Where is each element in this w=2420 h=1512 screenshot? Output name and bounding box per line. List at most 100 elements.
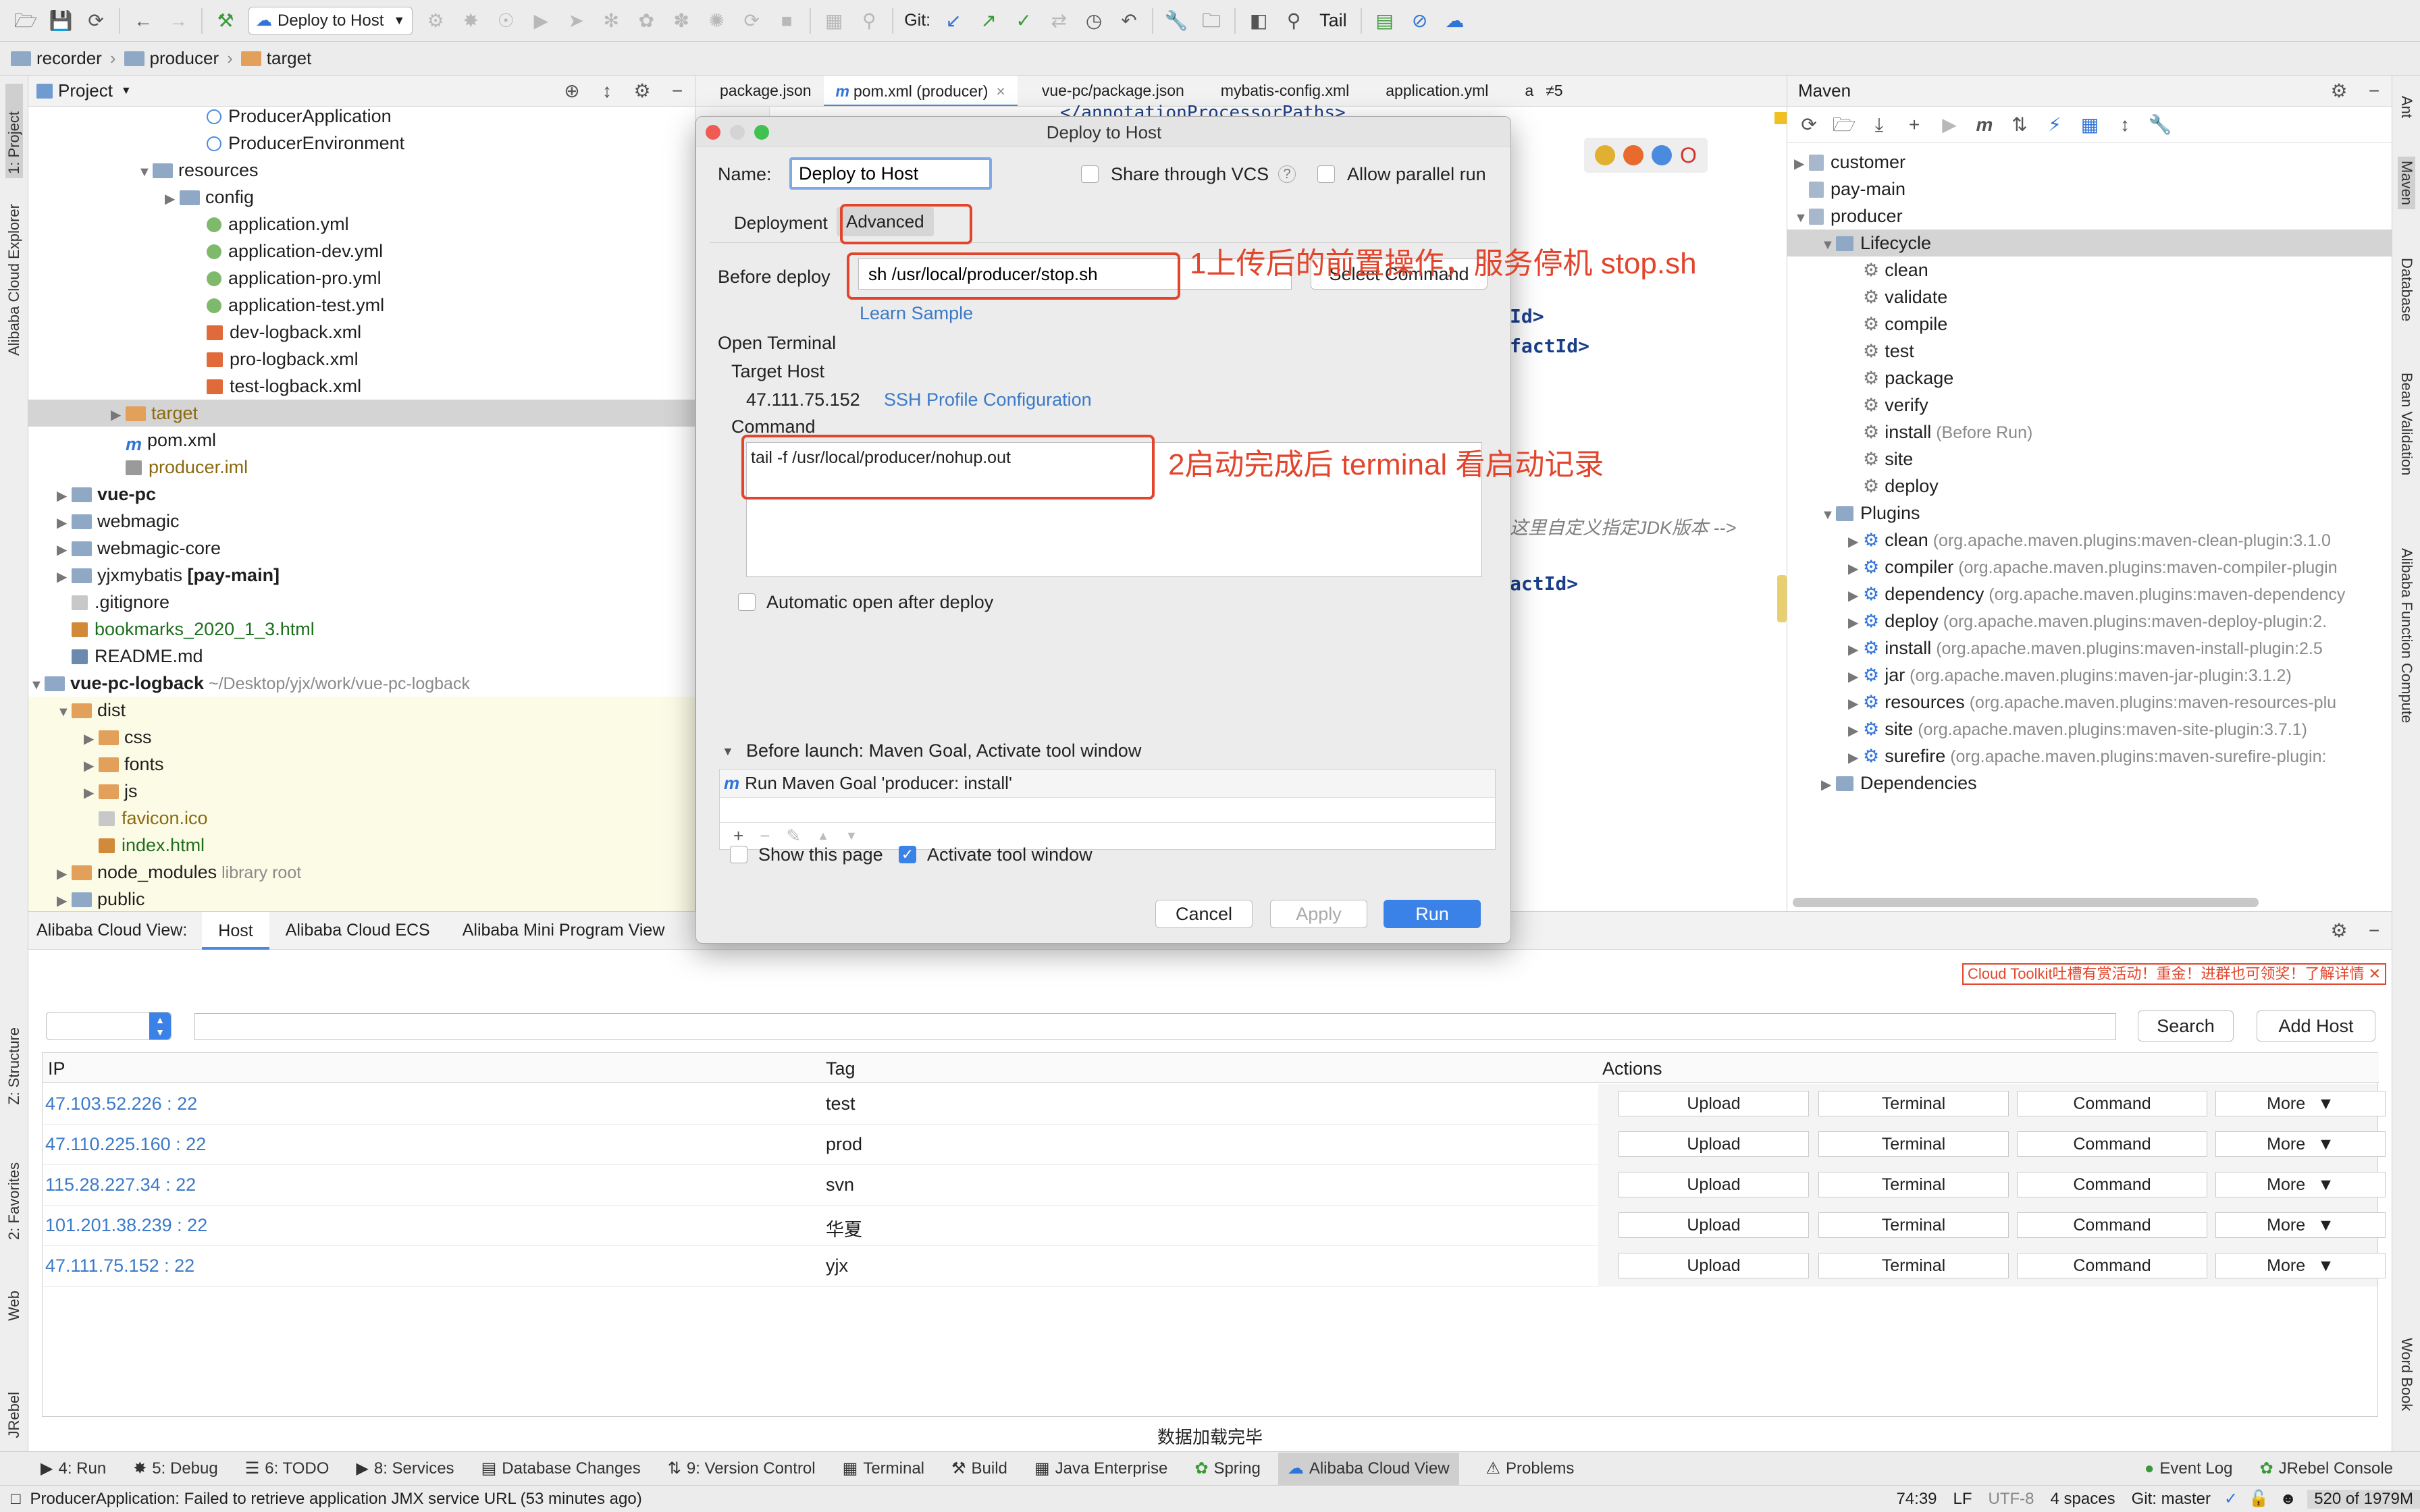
project-tree-item[interactable]: favicon.ico [28, 805, 695, 832]
function-compute-tool-tab[interactable]: Alibaba Function Compute [2398, 548, 2415, 723]
build-hammer-icon[interactable]: ⚒ [213, 8, 238, 34]
gear-icon[interactable]: ⚙ [2326, 78, 2352, 104]
project-tree-item[interactable]: ▶ webmagic [28, 508, 695, 535]
project-tool-tab[interactable]: 1: Project [5, 84, 23, 178]
chevron-right-icon[interactable]: ▶ [1848, 637, 1863, 664]
project-tree-item[interactable]: index.html [28, 832, 695, 859]
chevron-down-icon[interactable]: ▼ [57, 699, 72, 726]
gear-icon[interactable]: ⚙ [2326, 918, 2352, 944]
chevron-right-icon[interactable]: ▶ [165, 186, 180, 213]
chevron-down-icon[interactable]: ▼ [1821, 232, 1836, 259]
chevron-right-icon[interactable]: ▶ [1848, 691, 1863, 718]
terminal-button[interactable]: Terminal [1818, 1172, 2009, 1197]
maven-tree-item[interactable]: ⚙ site [1787, 446, 2392, 473]
chevron-right-icon[interactable]: ▶ [1848, 664, 1863, 691]
cancel-button[interactable]: Cancel [1155, 900, 1253, 928]
more-button[interactable]: More ▼ [2215, 1212, 2386, 1238]
forward-arrow-icon[interactable]: → [165, 8, 191, 34]
chevron-down-icon[interactable]: ▼ [30, 672, 45, 699]
maven-tree-item[interactable]: ⚙ package [1787, 364, 2392, 392]
command-button[interactable]: Command [2017, 1091, 2207, 1116]
chrome-icon[interactable] [1595, 145, 1615, 165]
git-branch[interactable]: Git: master [2132, 1490, 2211, 1509]
tab-deployment[interactable]: Deployment [734, 213, 828, 234]
spring-tab[interactable]: ✿ Spring [1194, 1459, 1260, 1478]
editor-tab[interactable]: application.yml [1361, 82, 1500, 100]
project-tree-item[interactable]: ▶ js [28, 778, 695, 805]
terminal-tab[interactable]: ▦ Terminal [843, 1459, 924, 1478]
name-field[interactable] [789, 157, 992, 190]
upload-button[interactable]: Upload [1619, 1091, 1809, 1116]
monitor-chart-icon[interactable]: ▤ [1372, 8, 1398, 34]
run-tab[interactable]: ▶ 4: Run [41, 1459, 106, 1478]
maven-hscrollbar[interactable] [1793, 898, 2259, 907]
tab-overflow[interactable]: ≠5 [1540, 82, 1568, 100]
minimize-icon[interactable]: − [2361, 78, 2387, 104]
web-tool-tab[interactable]: Web [5, 1291, 23, 1321]
show-page-checkbox[interactable] [730, 846, 747, 863]
project-tree-item[interactable]: .gitignore [28, 589, 695, 616]
move-down-icon[interactable]: ▼ [845, 829, 858, 843]
gear-icon[interactable]: ⚙ [629, 78, 655, 104]
apply-button[interactable]: Apply [1270, 900, 1367, 928]
chevron-down-icon[interactable]: ▼ [138, 159, 153, 186]
project-tree-item[interactable]: ▶ config [28, 184, 695, 211]
editor-tab[interactable]: mybatis-config.xml [1196, 82, 1361, 100]
run-icon[interactable]: ▶ [1937, 112, 1962, 138]
maven-tree-item[interactable]: ▼ producer [1787, 202, 2392, 230]
chevron-right-icon[interactable]: ▶ [1848, 529, 1863, 556]
project-tree-item[interactable]: application.yml [28, 211, 695, 238]
chevron-right-icon[interactable]: ▶ [1848, 556, 1863, 583]
maven-tree-item[interactable]: ⚙ compile [1787, 310, 2392, 338]
project-tree-item[interactable]: ▶ webmagic-core [28, 535, 695, 562]
help-icon[interactable]: ? [1278, 165, 1296, 183]
command-button[interactable]: Command [2017, 1212, 2207, 1238]
close-icon[interactable]: × [996, 82, 1005, 100]
project-tree-item[interactable]: ▶ vue-pc [28, 481, 695, 508]
project-tree-item[interactable]: m pom.xml [28, 427, 695, 454]
maven-tree-item[interactable]: ▶ customer [1787, 148, 2392, 176]
ant-tool-tab[interactable]: Ant [2398, 96, 2415, 118]
editor-scrollbar[interactable] [1777, 575, 1787, 622]
alibaba-cloud-view-tab[interactable]: ☁ Alibaba Cloud View [1278, 1452, 1459, 1485]
maven-tree-item[interactable]: ▼ Plugins [1787, 500, 2392, 526]
chevron-down-icon[interactable]: ▼ [121, 85, 132, 97]
open-folder-icon[interactable]: 🗁 [13, 8, 38, 34]
git-update-icon[interactable]: ↙ [941, 8, 966, 34]
command-button[interactable]: Command [2017, 1253, 2207, 1278]
project-tree-item[interactable]: ▶ node_modules library root [28, 859, 695, 886]
wrench-icon[interactable]: 🔧 [2147, 112, 2173, 138]
jrebel-debug-icon[interactable]: ✿ [633, 8, 659, 34]
chevron-right-icon[interactable]: ▶ [1848, 718, 1863, 745]
chevron-right-icon[interactable]: ▶ [111, 402, 126, 429]
database-tool-tab[interactable]: Database [2398, 258, 2415, 321]
maven-tool-tab[interactable]: Maven [2398, 157, 2415, 210]
version-control-tab[interactable]: ⇅ 9: Version Control [668, 1459, 816, 1478]
host-ip[interactable]: 115.28.227.34 : 22 [45, 1174, 196, 1195]
learn-sample-link[interactable]: Learn Sample [860, 303, 973, 324]
more-button[interactable]: More ▼ [2215, 1253, 2386, 1278]
cursor-position[interactable]: 74:39 [1896, 1490, 1937, 1509]
command-button[interactable]: Command [2017, 1172, 2207, 1197]
debug-icon[interactable]: ✸ [458, 8, 483, 34]
project-structure-icon[interactable]: 🗀 [1199, 8, 1224, 34]
add-icon[interactable]: + [733, 826, 743, 846]
jrebel-run-icon[interactable]: ✻ [598, 8, 624, 34]
git-commit-icon[interactable]: ✓ [1011, 8, 1036, 34]
update-icon[interactable]: ⟳ [739, 8, 764, 34]
maven-tree-item[interactable]: ⚙ test [1787, 338, 2392, 364]
maven-tree-item[interactable]: ▶ ⚙ compiler (org.apache.maven.plugins:mav… [1787, 554, 2392, 580]
chevron-down-icon[interactable]: ▼ [1794, 205, 1809, 232]
host-ip[interactable]: 47.110.225.160 : 22 [45, 1134, 206, 1155]
project-tree-item[interactable]: application-test.yml [28, 292, 695, 319]
terminal-button[interactable]: Terminal [1818, 1253, 2009, 1278]
close-icon[interactable]: ✕ [2369, 965, 2381, 982]
more-button[interactable]: More ▼ [2215, 1131, 2386, 1157]
maven-tree-item[interactable]: ▶ ⚙ site (org.apache.maven.plugins:maven-s… [1787, 716, 2392, 742]
add-icon[interactable]: + [1901, 112, 1927, 138]
triangle-down-icon[interactable]: ▼ [722, 745, 734, 759]
coverage-icon[interactable]: ☉ [493, 8, 519, 34]
tab-host[interactable]: Host [202, 911, 269, 950]
maven-tree-item[interactable]: ⚙ deploy [1787, 473, 2392, 500]
chevron-right-icon[interactable]: ▶ [1848, 610, 1863, 637]
